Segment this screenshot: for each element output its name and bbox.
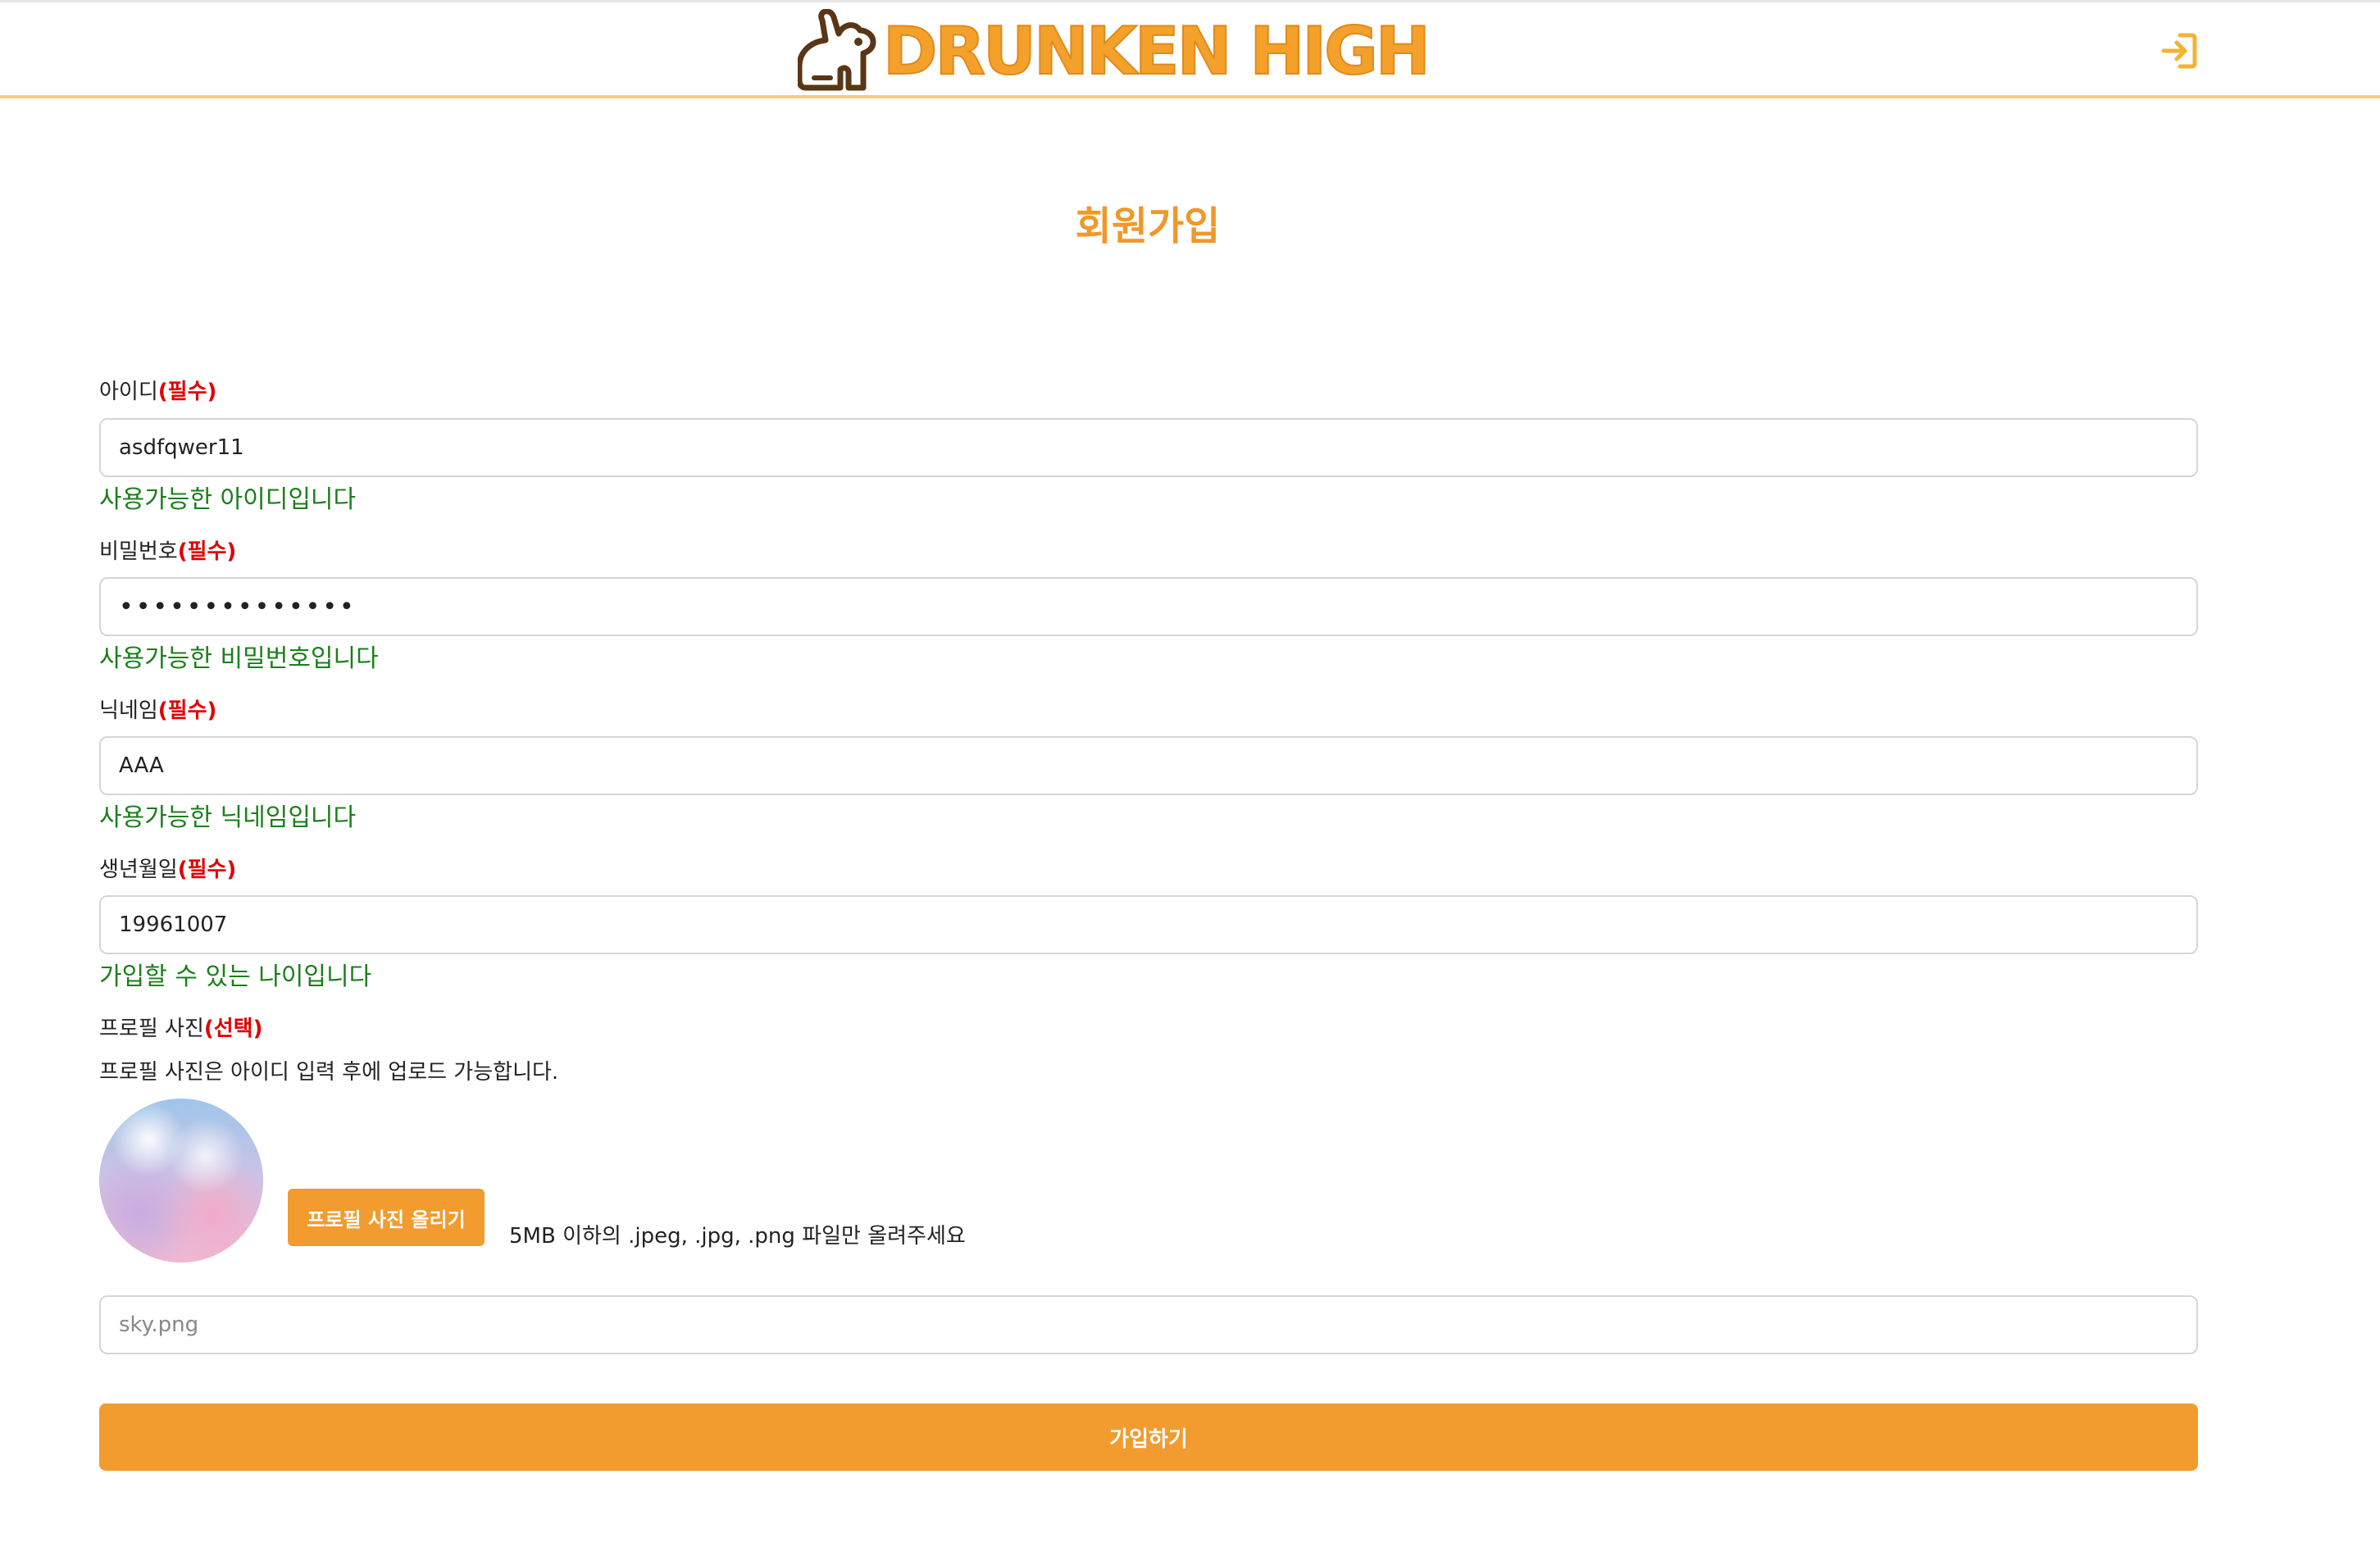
birthdate-label: 생년월일(필수) (99, 853, 236, 883)
nickname-label: 닉네임(필수) (99, 694, 216, 724)
rabbit-logo-icon (798, 9, 876, 91)
profile-photo-hint: 프로필 사진은 아이디 입력 후에 업로드 가능합니다. (99, 1060, 559, 1085)
file-name-input[interactable] (99, 1295, 2198, 1354)
birthdate-required-badge: (필수) (177, 858, 237, 882)
upload-photo-button[interactable]: 프로필 사진 올리기 (288, 1189, 485, 1246)
password-label: 비밀번호(필수) (99, 535, 236, 565)
nickname-required-badge: (필수) (157, 698, 217, 723)
id-input[interactable] (99, 418, 2198, 477)
login-arrow-icon (2161, 33, 2197, 69)
logo[interactable]: DRUNKEN HIGH (798, 9, 1431, 94)
id-label-text: 아이디 (99, 380, 158, 404)
password-label-text: 비밀번호 (99, 539, 178, 564)
id-label: 아이디(필수) (99, 375, 216, 405)
login-button[interactable] (2159, 30, 2200, 71)
password-input[interactable] (99, 577, 2198, 636)
id-required-badge: (필수) (157, 380, 217, 404)
birthdate-status-message: 가입할 수 있는 나이입니다 (99, 962, 372, 991)
password-required-badge: (필수) (177, 539, 237, 564)
nickname-input[interactable] (99, 736, 2198, 795)
page-title: 회원가입 (1075, 203, 1221, 249)
birthdate-input[interactable] (99, 895, 2198, 954)
nickname-label-text: 닉네임 (99, 698, 158, 723)
upload-file-note: 5MB 이하의 .jpeg, .jpg, .png 파일만 올려주세요 (509, 1224, 966, 1249)
birthdate-label-text: 생년월일 (99, 858, 178, 882)
id-status-message: 사용가능한 아이디입니다 (99, 485, 357, 514)
profile-avatar (99, 1099, 263, 1263)
nickname-status-message: 사용가능한 닉네임입니다 (99, 803, 357, 832)
password-status-message: 사용가능한 비밀번호입니다 (99, 644, 379, 673)
logo-text: DRUNKEN HIGH (882, 13, 1431, 89)
profile-photo-label-text: 프로필 사진 (99, 1017, 204, 1041)
site-header: DRUNKEN HIGH (0, 0, 2380, 98)
signup-submit-button[interactable]: 가입하기 (99, 1404, 2198, 1471)
profile-photo-label: 프로필 사진(선택) (99, 1012, 262, 1042)
profile-photo-optional-badge: (선택) (203, 1017, 263, 1041)
